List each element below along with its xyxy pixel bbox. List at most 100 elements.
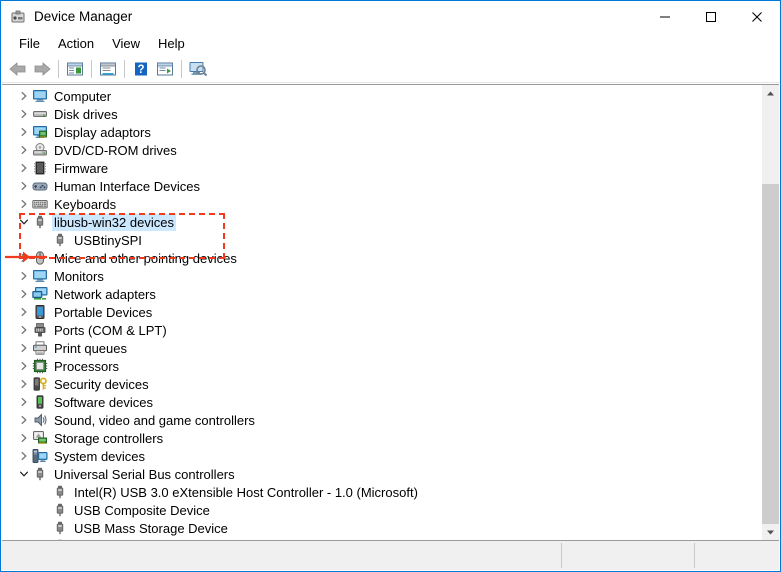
chevron-right-icon[interactable]	[16, 141, 32, 159]
tree-row[interactable]: Mice and other pointing devices	[2, 249, 762, 267]
tree-row[interactable]: Disk drives	[2, 105, 762, 123]
vertical-scrollbar[interactable]	[761, 85, 779, 541]
tree-row[interactable]: Keyboards	[2, 195, 762, 213]
tree-row[interactable]: DVD/CD-ROM drives	[2, 141, 762, 159]
tree-row[interactable]: Network adapters	[2, 285, 762, 303]
chevron-down-icon[interactable]	[16, 465, 32, 483]
scrollbar-thumb[interactable]	[762, 102, 779, 184]
show-hide-console-tree-button[interactable]	[63, 57, 87, 80]
printer-icon	[32, 340, 48, 356]
chevron-right-icon[interactable]	[16, 429, 32, 447]
tree-row-label: System devices	[54, 448, 146, 464]
tree-row[interactable]: Processors	[2, 357, 762, 375]
chevron-right-icon[interactable]	[16, 267, 32, 285]
chevron-right-icon[interactable]	[16, 339, 32, 357]
separator-3	[124, 59, 125, 78]
portable-device-icon	[32, 304, 48, 320]
tree-row[interactable]: Ports (COM & LPT)	[2, 321, 762, 339]
tree-row-label: Disk drives	[54, 106, 118, 122]
chevron-right-icon[interactable]	[16, 177, 32, 195]
tree-row[interactable]: USB Mass Storage Device	[2, 519, 762, 537]
menu-file[interactable]: File	[10, 34, 49, 54]
chevron-right-icon[interactable]	[16, 321, 32, 339]
back-button[interactable]	[6, 57, 30, 80]
tree-row[interactable]: USBtinySPI	[2, 231, 762, 249]
scan-hardware-changes-button[interactable]	[186, 57, 210, 80]
chevron-right-icon[interactable]	[16, 195, 32, 213]
tree-row[interactable]: Storage controllers	[2, 429, 762, 447]
chevron-right-icon[interactable]	[16, 303, 32, 321]
close-button[interactable]	[734, 1, 780, 32]
menu-bar: File Action View Help	[1, 32, 780, 55]
update-driver-button[interactable]	[153, 57, 177, 80]
tree-row-label: Firmware	[54, 160, 109, 176]
tree-row-label: DVD/CD-ROM drives	[54, 142, 177, 158]
chevron-right-icon[interactable]	[16, 249, 32, 267]
maximize-button[interactable]	[688, 1, 734, 32]
chevron-right-icon[interactable]	[16, 105, 32, 123]
window-title: Device Manager	[34, 8, 133, 24]
tree-row[interactable]: Sound, video and game controllers	[2, 411, 762, 429]
status-divider-1	[561, 543, 562, 568]
menu-help[interactable]: Help	[149, 34, 194, 54]
tree-row[interactable]: Software devices	[2, 393, 762, 411]
disk-drive-icon	[32, 106, 48, 122]
menu-action[interactable]: Action	[49, 34, 103, 54]
device-manager-icon	[10, 9, 26, 25]
tree-row-label: Human Interface Devices	[54, 178, 200, 194]
scroll-up-arrow-icon[interactable]	[762, 85, 779, 102]
tree-row[interactable]: Monitors	[2, 267, 762, 285]
tree-row-label: Print queues	[54, 340, 127, 356]
tree-row-label: Storage controllers	[54, 430, 164, 446]
chevron-right-icon[interactable]	[16, 285, 32, 303]
usb-device-icon	[52, 520, 68, 536]
tree-row[interactable]: Human Interface Devices	[2, 177, 762, 195]
chevron-right-icon[interactable]	[16, 375, 32, 393]
toolbar: ?	[1, 55, 780, 83]
tree-row[interactable]: Universal Serial Bus controllers	[2, 465, 762, 483]
processor-icon	[32, 358, 48, 374]
forward-button[interactable]	[30, 57, 54, 80]
help-button[interactable]: ?	[129, 57, 153, 80]
chevron-right-icon[interactable]	[16, 393, 32, 411]
tree-row-label: Portable Devices	[54, 304, 153, 320]
chevron-right-icon[interactable]	[16, 357, 32, 375]
tree-row[interactable]: Intel(R) USB 3.0 eXtensible Host Control…	[2, 483, 762, 501]
tree-row-label: Sound, video and game controllers	[54, 412, 255, 428]
chevron-right-icon[interactable]	[16, 87, 32, 105]
device-tree[interactable]: Computer Disk drives Display adaptors DVD/C…	[2, 85, 762, 541]
dvd-drive-icon	[32, 142, 48, 158]
monitor-icon	[32, 268, 48, 284]
properties-button[interactable]	[96, 57, 120, 80]
tree-row[interactable]: Security devices	[2, 375, 762, 393]
tree-row-label: Keyboards	[54, 196, 117, 212]
scroll-down-arrow-icon[interactable]	[762, 524, 779, 541]
usb-device-icon	[32, 214, 48, 230]
tree-row-label: Mice and other pointing devices	[54, 250, 237, 266]
tree-row[interactable]: USB Composite Device	[2, 501, 762, 519]
chevron-down-icon[interactable]	[16, 213, 32, 231]
tree-row[interactable]: Display adaptors	[2, 123, 762, 141]
svg-text:?: ?	[137, 64, 144, 76]
scrollbar-track[interactable]	[762, 102, 779, 524]
computer-icon	[32, 88, 48, 104]
minimize-button[interactable]	[642, 1, 688, 32]
tree-row[interactable]: Computer	[2, 87, 762, 105]
tree-row[interactable]: Firmware	[2, 159, 762, 177]
tree-row[interactable]: libusb-win32 devices	[2, 213, 762, 231]
status-divider-2	[694, 543, 695, 568]
chevron-right-icon[interactable]	[16, 123, 32, 141]
menu-view[interactable]: View	[103, 34, 149, 54]
tree-row[interactable]: Portable Devices	[2, 303, 762, 321]
chevron-right-icon[interactable]	[16, 411, 32, 429]
tree-row-label: Network adapters	[54, 286, 156, 302]
chevron-right-icon[interactable]	[16, 447, 32, 465]
tree-row[interactable]: Print queues	[2, 339, 762, 357]
tree-row-label: USBtinySPI	[74, 232, 142, 248]
chevron-right-icon[interactable]	[16, 159, 32, 177]
usb-device-icon	[32, 466, 48, 482]
tree-row[interactable]: System devices	[2, 447, 762, 465]
tree-row-label: Software devices	[54, 394, 153, 410]
